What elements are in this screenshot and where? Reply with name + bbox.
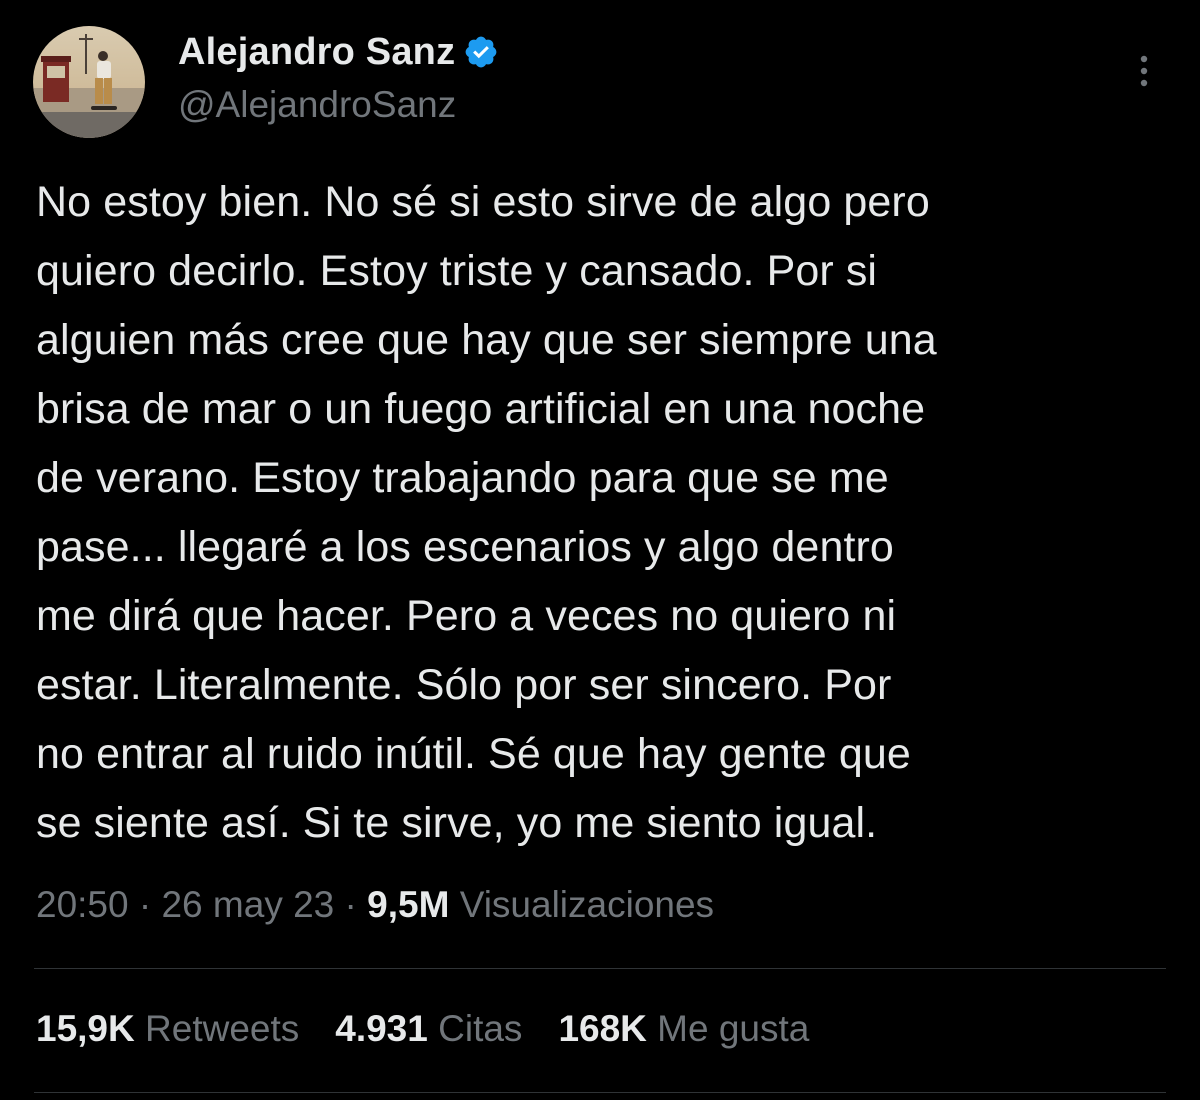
meta-separator: · [138,884,152,925]
quotes-label: Citas [438,1008,523,1049]
divider [34,968,1166,969]
author-name-row: Alejandro Sanz [178,28,499,76]
author-display-name[interactable]: Alejandro Sanz [178,31,455,74]
tweet-meta: 20:50 · 26 may 23 · 9,5M Visualizaciones [36,884,714,926]
views-count: 9,5M [367,884,450,925]
likes-label: Me gusta [657,1008,810,1049]
verified-badge-icon [463,34,499,70]
retweets-stat[interactable]: 15,9K Retweets [36,1008,299,1050]
likes-count: 168K [558,1008,647,1049]
quotes-count: 4.931 [335,1008,428,1049]
retweets-count: 15,9K [36,1008,135,1049]
meta-separator: · [344,884,357,925]
tweet-date[interactable]: 26 may 23 [161,884,334,925]
avatar-image [33,26,145,138]
retweets-label: Retweets [145,1008,300,1049]
quotes-stat[interactable]: 4.931 Citas [335,1008,522,1050]
likes-stat[interactable]: 168K Me gusta [558,1008,809,1050]
tweet-text: No estoy bien. No sé si esto sirve de al… [36,178,937,847]
views-label: Visualizaciones [459,884,715,925]
author-handle[interactable]: @AlejandroSanz [178,84,456,126]
tweet-detail: Alejandro Sanz @AlejandroSanz No estoy b… [0,0,1200,1100]
tweet-time[interactable]: 20:50 [36,884,129,925]
avatar[interactable] [33,26,145,138]
engagement-stats: 15,9K Retweets 4.931 Citas 168K Me gusta [36,1008,845,1050]
more-options-icon[interactable] [1128,52,1160,92]
divider [34,1092,1166,1093]
